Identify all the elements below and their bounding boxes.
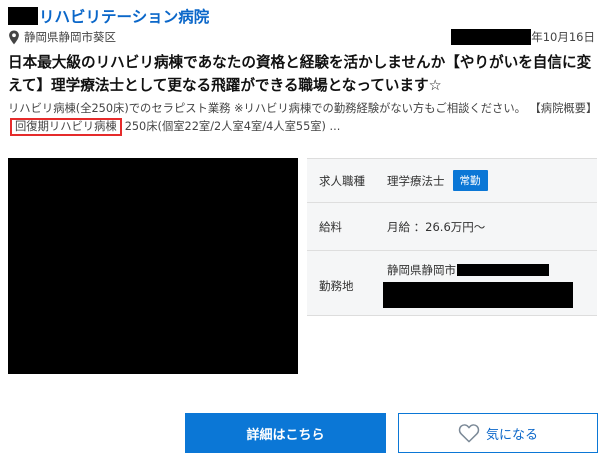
job-description: リハビリ病棟(全250床)でのセラピスト業務 ※リハビリ病棟での勤務経験がない方…	[8, 100, 598, 136]
favorite-button[interactable]: 気になる	[398, 413, 598, 453]
work-location-line: 静岡県静岡市	[387, 262, 573, 278]
work-location-value: 静岡県静岡市	[387, 263, 456, 277]
description-text-after: 250床(個室22室/2人室4室/4人室55室) ...	[124, 120, 341, 133]
job-info-table: 求人職種 理学療法士 常勤 給料 月給 ：26.6万円～ 勤務地 静岡県静岡市	[307, 158, 597, 316]
posted-date: 年10月16日	[451, 29, 595, 45]
job-type-value-wrap: 理学療法士 常勤	[387, 170, 488, 191]
job-headline: 日本最大級のリハビリ病棟であなたの資格と経験を活かしませんか【やりがいを自信に変…	[8, 54, 592, 94]
view-details-button[interactable]: 詳細はこちら	[185, 413, 386, 453]
salary-label: 給料	[319, 219, 342, 234]
redacted-address-1	[457, 264, 549, 276]
redacted-hospital-prefix	[8, 7, 38, 25]
info-row-job-type: 求人職種 理学療法士 常勤	[307, 159, 597, 203]
redacted-year	[451, 29, 532, 45]
job-type-value: 理学療法士	[387, 173, 445, 188]
work-location-label: 勤務地	[319, 279, 354, 293]
redacted-address-2	[383, 282, 573, 308]
info-row-work-location: 勤務地 静岡県静岡市	[307, 251, 597, 315]
map-pin-icon	[9, 29, 19, 44]
favorite-label: 気になる	[485, 427, 538, 443]
highlight-tag: 回復期リハビリ病棟	[10, 118, 122, 136]
job-type-label: 求人職種	[319, 173, 365, 188]
work-location-value-wrap: 静岡県静岡市	[383, 262, 573, 308]
location-row: 静岡県静岡市葵区	[8, 29, 116, 45]
employment-type-badge: 常勤	[452, 170, 488, 191]
hospital-name-link[interactable]: リハビリテーション病院	[39, 5, 209, 27]
info-row-salary: 給料 月給 ：26.6万円～	[307, 203, 597, 251]
salary-value: 月給 ：26.6万円～	[387, 219, 486, 234]
description-text-before: リハビリ病棟(全250床)でのセラピスト業務 ※リハビリ病棟での勤務経験がない方…	[8, 102, 598, 115]
job-card-title[interactable]: リハビリテーション病院	[8, 4, 209, 28]
date-text: 年10月16日	[531, 30, 595, 44]
hospital-photo	[8, 158, 298, 374]
heart-icon	[458, 424, 480, 443]
location-text: 静岡県静岡市葵区	[24, 30, 116, 44]
